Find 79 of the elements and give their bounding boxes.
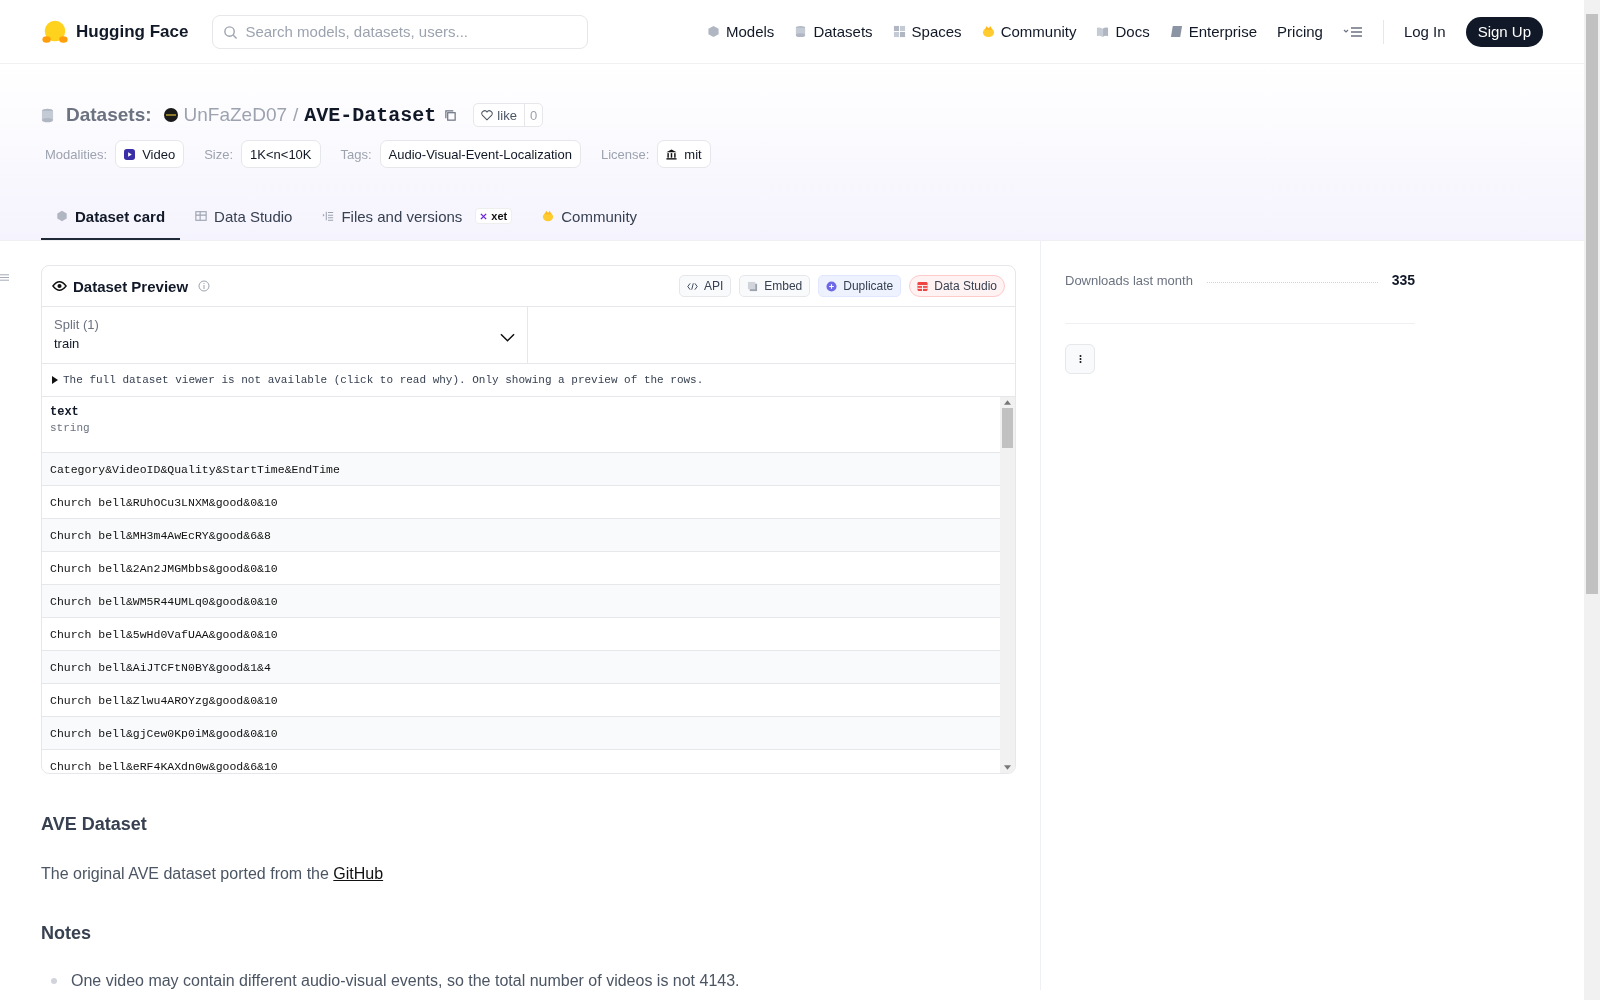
bank-icon — [666, 148, 678, 160]
table-cell: Church bell&AiJTCFtN0BY&good&1&4 — [42, 651, 1000, 684]
info-icon[interactable] — [198, 280, 211, 292]
book-icon — [1096, 25, 1110, 38]
xet-badge: xet — [475, 208, 513, 224]
database-icon — [41, 107, 54, 123]
search-field[interactable]: Search models, datasets, users... — [212, 14, 589, 49]
meta-label: Tags: — [340, 146, 372, 162]
nav-link[interactable]: Enterprise — [1169, 23, 1258, 40]
notes-heading: Notes — [41, 923, 92, 944]
menu-icon[interactable] — [1342, 24, 1363, 39]
heart-icon — [481, 109, 494, 121]
preview-action-button[interactable]: Duplicate — [818, 275, 902, 297]
copy-icon — [747, 280, 759, 292]
nav-link[interactable]: Docs — [1096, 23, 1150, 40]
table-cell: Category&VideoID&Quality&StartTime&EndTime — [42, 453, 1000, 486]
chevron-icon — [500, 333, 515, 343]
table-cell: Church bell&MH3m4AwEcRY&good&6&8 — [42, 519, 1000, 552]
scrollbar[interactable] — [1000, 397, 1015, 773]
code-icon — [686, 280, 698, 292]
nav-link[interactable]: Community — [981, 23, 1077, 40]
grid-icon — [892, 25, 906, 38]
meta-label: Size: — [204, 146, 234, 162]
dots-icon — [1078, 354, 1082, 364]
nav-link[interactable]: Datasets — [794, 23, 873, 40]
meta-label: Modalities: — [45, 146, 108, 162]
tab[interactable]: Files and versions xet — [307, 194, 528, 240]
tag-chip[interactable]: mit — [657, 140, 711, 168]
plus-icon — [826, 280, 838, 292]
tag-chip[interactable]: Audio-Visual-Event-Localization — [379, 140, 581, 168]
table-icon — [917, 280, 929, 292]
scroll-thumb[interactable] — [1586, 14, 1598, 594]
copy-icon[interactable] — [444, 108, 458, 122]
preview-action-button[interactable]: Embed — [739, 275, 811, 297]
tab[interactable]: Community — [527, 194, 653, 240]
scroll-down-icon[interactable] — [1004, 765, 1011, 770]
enterprise-icon — [1169, 25, 1183, 38]
sign-up-button[interactable]: Sign Up — [1465, 16, 1543, 47]
eye-icon — [52, 280, 67, 292]
page-scrollbar[interactable] — [1584, 0, 1600, 1000]
split-dropdown[interactable]: Split (1) train — [42, 307, 528, 363]
triangle-icon[interactable] — [52, 376, 58, 384]
tab[interactable]: Data Studio — [180, 194, 308, 240]
database-icon — [794, 25, 808, 38]
table-icon — [195, 210, 208, 222]
nav-link[interactable]: Models — [707, 23, 775, 40]
nav-link[interactable]: Pricing — [1277, 23, 1323, 40]
list-icon — [322, 210, 335, 222]
scroll-thumb[interactable] — [1002, 408, 1013, 448]
github-link[interactable]: GitHub — [333, 865, 384, 882]
datasets-link[interactable]: Datasets: — [66, 104, 152, 126]
tag-chip[interactable]: Video — [115, 140, 185, 168]
like-button[interactable]: like 0 — [473, 103, 544, 127]
tag-chip[interactable]: 1K<n<10K — [241, 140, 321, 168]
brand-name[interactable]: Hugging Face — [76, 21, 189, 42]
viewer-notice[interactable]: The full dataset viewer is not available (click to read why). Only showing a preview of the rows. — [63, 374, 704, 386]
cube-icon — [56, 210, 68, 222]
avatar-icon — [163, 108, 178, 122]
readme-paragraph: The original AVE dataset ported from the GitHub — [41, 865, 385, 883]
preview-action-button[interactable]: API — [678, 275, 732, 297]
dataset-name: AVE-Dataset — [304, 103, 437, 127]
log-in-link[interactable]: Log In — [1403, 23, 1446, 40]
nav-link[interactable]: Spaces — [892, 23, 962, 40]
preview-action-button[interactable]: Data Studio — [909, 275, 1005, 297]
table-cell: Church bell&gjCew0Kp0iM&good&0&10 — [42, 717, 1000, 750]
more-options-button[interactable] — [1065, 344, 1095, 374]
table-cell: Church bell&WM5R44UMLq0&good&0&10 — [42, 585, 1000, 618]
preview-title: Dataset Preview — [73, 277, 189, 295]
downloads-label: Downloads last month — [1065, 272, 1193, 288]
readme-heading: AVE Dataset — [41, 814, 148, 835]
toc-icon[interactable] — [0, 273, 9, 282]
downloads-count: 335 — [1391, 272, 1415, 288]
meta-label: License: — [600, 146, 650, 162]
note-item: One video may contain different audio-visual events, so the total number of videos is not 4143. — [71, 972, 740, 990]
path-separator: / — [293, 104, 299, 126]
tab[interactable]: Dataset card — [41, 194, 181, 240]
video-icon — [124, 148, 136, 160]
scroll-up-icon[interactable] — [1004, 400, 1011, 405]
cube-icon — [707, 25, 720, 38]
